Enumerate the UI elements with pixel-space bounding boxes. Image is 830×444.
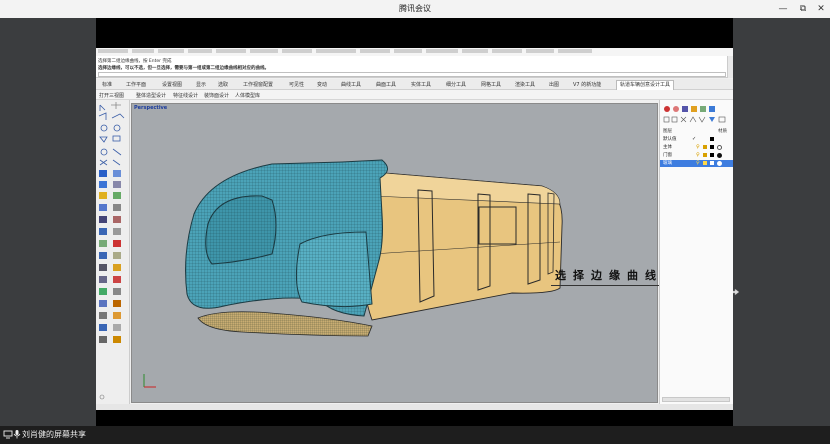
- material-swatch[interactable]: [717, 161, 722, 166]
- tab-set-view[interactable]: 设置视图: [162, 81, 182, 88]
- train-head-model[interactable]: [132, 104, 659, 404]
- status-bar: [96, 404, 733, 410]
- layers-panel: 图层 材质 默认值 ✓ 主体 ♀ 门窗 ♀ 玻璃 ♀: [659, 100, 733, 410]
- tab-standard[interactable]: 标准: [102, 81, 112, 88]
- decor-surface-button[interactable]: 装饰面设计: [204, 92, 229, 99]
- bulb-icon[interactable]: ♀: [696, 144, 700, 150]
- tab-visibility[interactable]: 可见性: [289, 81, 304, 88]
- layer-name-header: 图层: [663, 129, 672, 134]
- command-line-2: 选择边缘线，可以不选，但一旦选择，需要与第一组或第二组边缘曲线相对应的曲线。: [98, 66, 269, 71]
- layer-row[interactable]: 默认值 ✓: [660, 136, 733, 143]
- material-swatch[interactable]: [717, 145, 722, 150]
- shared-screen-top-bar: [96, 18, 733, 48]
- tab-drafting[interactable]: 出图: [549, 81, 559, 88]
- lock-icon[interactable]: [703, 145, 707, 149]
- layer-name: 玻璃: [663, 161, 672, 166]
- presenter-label: 刘肖健的屏幕共享: [22, 430, 86, 439]
- layer-color-swatch[interactable]: [710, 137, 714, 141]
- left-tool-palette: [96, 100, 130, 410]
- menu-bar: [96, 48, 733, 56]
- layer-name: 默认值: [663, 137, 677, 142]
- minimize-button[interactable]: —: [776, 2, 790, 16]
- layer-name: 门窗: [663, 153, 672, 158]
- perspective-viewport[interactable]: Perspective: [131, 103, 658, 403]
- human-model-button[interactable]: 人体模型库: [235, 92, 260, 99]
- layer-color-swatch[interactable]: [710, 153, 714, 157]
- current-layer-check-icon: ✓: [692, 136, 697, 142]
- panel-scrollbar[interactable]: [662, 397, 730, 402]
- command-scrollbar[interactable]: [727, 56, 733, 78]
- right-padding: [733, 18, 830, 426]
- tab-cplanes[interactable]: 工作平面: [126, 81, 146, 88]
- overall-shape-button[interactable]: 整体造型设计: [136, 92, 166, 99]
- layer-material-header: 材质: [718, 129, 727, 134]
- layer-color-swatch[interactable]: [710, 145, 714, 149]
- tab-curve-tools[interactable]: 曲线工具: [341, 81, 361, 88]
- command-line-1: 选择第二组边缘曲线，按 Enter 完成: [98, 59, 172, 64]
- material-swatch[interactable]: [717, 153, 722, 158]
- shared-rhino-app: 选择第二组边缘曲线，按 Enter 完成 选择边缘线，可以不选，但一旦选择，需要…: [96, 48, 733, 410]
- command-history: 选择第二组边缘曲线，按 Enter 完成 选择边缘线，可以不选，但一旦选择，需要…: [96, 56, 733, 78]
- layer-row[interactable]: 门窗 ♀: [660, 152, 733, 159]
- toolbar-tabs: 标准 工作平面 设置视图 显示 选取 工作视窗配置 可见性 变动 曲线工具 曲面…: [96, 79, 733, 90]
- layer-color-swatch[interactable]: [710, 161, 714, 165]
- tab-select[interactable]: 选取: [218, 81, 228, 88]
- restore-button[interactable]: ⧉: [796, 2, 810, 16]
- layer-name: 主体: [663, 145, 672, 150]
- tab-render-tools[interactable]: 渲染工具: [515, 81, 535, 88]
- title-bar: 腾讯会议 — ⧉ ✕: [0, 0, 830, 18]
- tab-viewport-layout[interactable]: 工作视窗配置: [243, 81, 273, 88]
- tab-transform[interactable]: 变动: [317, 81, 327, 88]
- microphone-icon[interactable]: [12, 429, 22, 439]
- panel-toolbar-icons[interactable]: [662, 104, 732, 126]
- shared-screen-bottom-bar: [96, 410, 733, 426]
- window-title: 腾讯会议: [399, 4, 431, 13]
- layer-row[interactable]: 主体 ♀: [660, 144, 733, 151]
- open-three-view-button[interactable]: 打开三视图: [99, 92, 124, 99]
- lock-icon[interactable]: [703, 161, 707, 165]
- meeting-window: 腾讯会议 — ⧉ ✕ 选择第二组边缘曲线，按 Enter 完成 选择边缘线，可以…: [0, 0, 830, 444]
- command-input[interactable]: [98, 72, 726, 77]
- share-status-bar: 刘肖健的屏幕共享: [0, 426, 830, 444]
- tab-display[interactable]: 显示: [196, 81, 206, 88]
- bulb-icon[interactable]: ♀: [696, 160, 700, 166]
- tab-subd-tools[interactable]: 细分工具: [446, 81, 466, 88]
- tab-mesh-tools[interactable]: 网格工具: [481, 81, 501, 88]
- tab-rail-vehicle-design[interactable]: 轨道车辆创意设计工具: [616, 80, 675, 90]
- feature-line-button[interactable]: 特征线设计: [173, 92, 198, 99]
- bulb-icon[interactable]: ♀: [696, 152, 700, 158]
- subtitle-caption: 选择边缘曲线: [555, 269, 663, 282]
- lock-icon[interactable]: [703, 153, 707, 157]
- tab-surface-tools[interactable]: 曲面工具: [376, 81, 396, 88]
- layer-row-selected[interactable]: 玻璃 ♀: [660, 160, 733, 167]
- left-padding: [0, 18, 96, 426]
- tool-icons[interactable]: [96, 100, 130, 410]
- tab-v7-new[interactable]: V7 的新功能: [573, 81, 601, 88]
- plugin-toolbar: 打开三视图 整体造型设计 特征线设计 装饰面设计 人体模型库: [96, 90, 733, 100]
- tab-solid-tools[interactable]: 实体工具: [411, 81, 431, 88]
- close-button[interactable]: ✕: [814, 2, 828, 16]
